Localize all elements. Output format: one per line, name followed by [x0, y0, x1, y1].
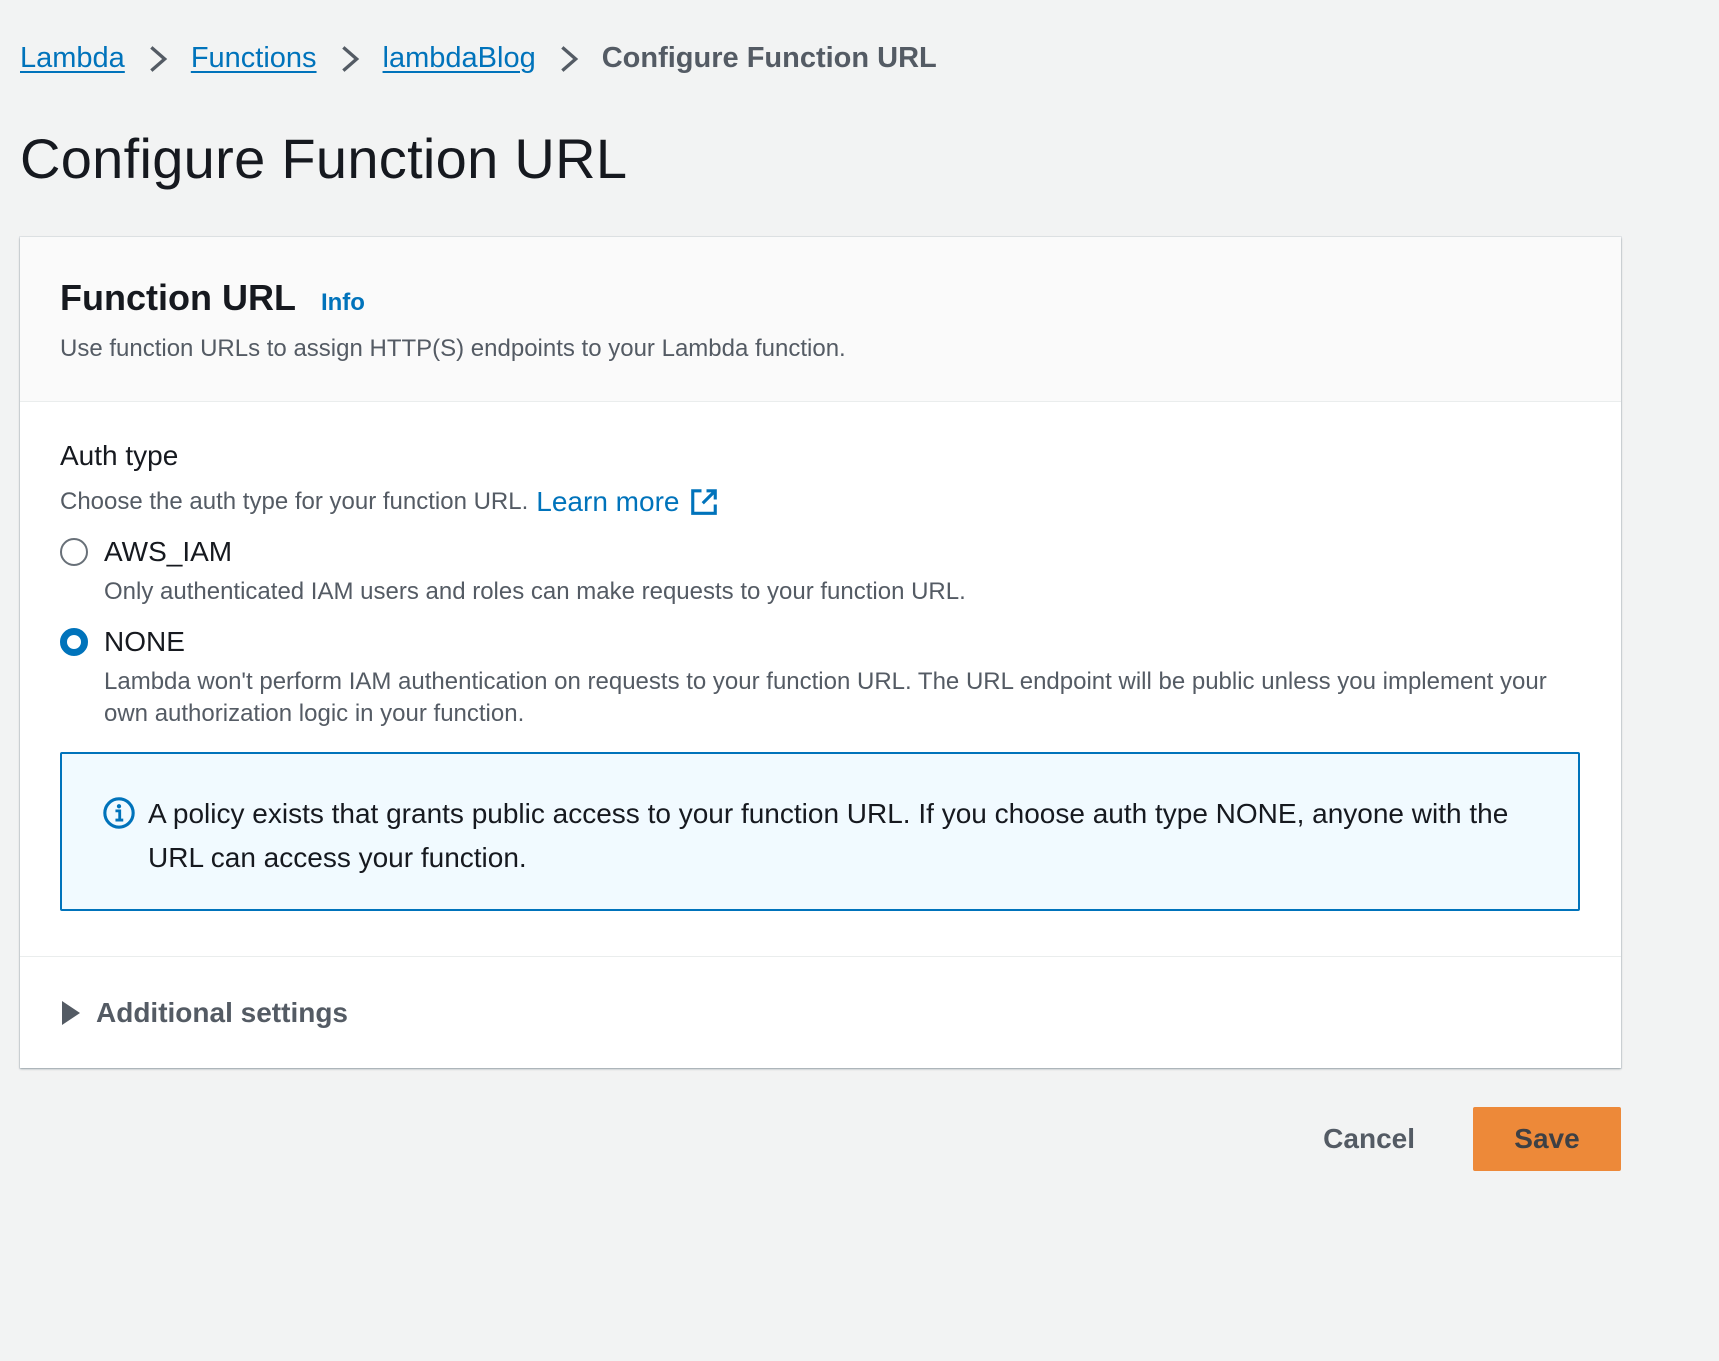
page-title: Configure Function URL [20, 127, 628, 190]
caret-right-icon [62, 1001, 80, 1025]
auth-type-section: Auth type Choose the auth type for your … [20, 402, 1621, 957]
info-circle-icon [103, 797, 135, 829]
breadcrumb-current: Configure Function URL [601, 42, 937, 74]
breadcrumb-lambdablog[interactable]: lambdaBlog [383, 42, 536, 75]
breadcrumb-lambda[interactable]: Lambda [20, 42, 125, 75]
radio-none-label: NONE [104, 626, 185, 657]
chevron-right-icon [125, 44, 191, 74]
radio-option-none[interactable]: NONE Lambda won't perform IAM authentica… [60, 626, 1581, 730]
auth-type-description: Choose the auth type for your function U… [60, 486, 1581, 518]
auth-type-label: Auth type [60, 440, 179, 471]
radio-none-text: NONE Lambda won't perform IAM authentica… [104, 626, 1581, 730]
cancel-button[interactable]: Cancel [1323, 1123, 1415, 1155]
learn-more-label: Learn more [536, 486, 680, 517]
function-url-panel: Function URL Info Use function URLs to a… [20, 237, 1621, 1068]
radio-none-description: Lambda won't perform IAM authentication … [104, 668, 1547, 727]
learn-more-link[interactable]: Learn more [536, 486, 719, 518]
chevron-right-icon [536, 44, 602, 74]
panel-title-row: Function URL Info [60, 277, 1621, 319]
breadcrumb: Lambda Functions lambdaBlog Configure Fu… [20, 42, 937, 75]
save-button[interactable]: Save [1473, 1107, 1621, 1171]
additional-settings-label: Additional settings [96, 997, 348, 1028]
panel-description: Use function URLs to assign HTTP(S) endp… [60, 335, 846, 362]
radio-aws-iam-description: Only authenticated IAM users and roles c… [104, 578, 966, 605]
auth-type-description-text: Choose the auth type for your function U… [60, 488, 529, 515]
additional-settings-toggle[interactable]: Additional settings [20, 957, 1621, 1029]
panel-header: Function URL Info Use function URLs to a… [20, 237, 1621, 402]
radio-aws-iam-text: AWS_IAM Only authenticated IAM users and… [104, 536, 966, 608]
radio-option-aws-iam[interactable]: AWS_IAM Only authenticated IAM users and… [60, 536, 1581, 608]
radio-aws-iam-label: AWS_IAM [104, 536, 233, 567]
info-alert-text: A policy exists that grants public acces… [148, 798, 1509, 873]
form-actions: Cancel Save [1323, 1107, 1621, 1171]
info-link[interactable]: Info [321, 289, 365, 317]
panel-title: Function URL [60, 277, 296, 318]
external-link-icon [691, 489, 718, 515]
radio-none[interactable] [60, 628, 88, 656]
radio-aws-iam[interactable] [60, 538, 88, 566]
breadcrumb-functions[interactable]: Functions [191, 42, 317, 75]
info-alert: A policy exists that grants public acces… [60, 752, 1580, 911]
chevron-right-icon [317, 44, 383, 74]
